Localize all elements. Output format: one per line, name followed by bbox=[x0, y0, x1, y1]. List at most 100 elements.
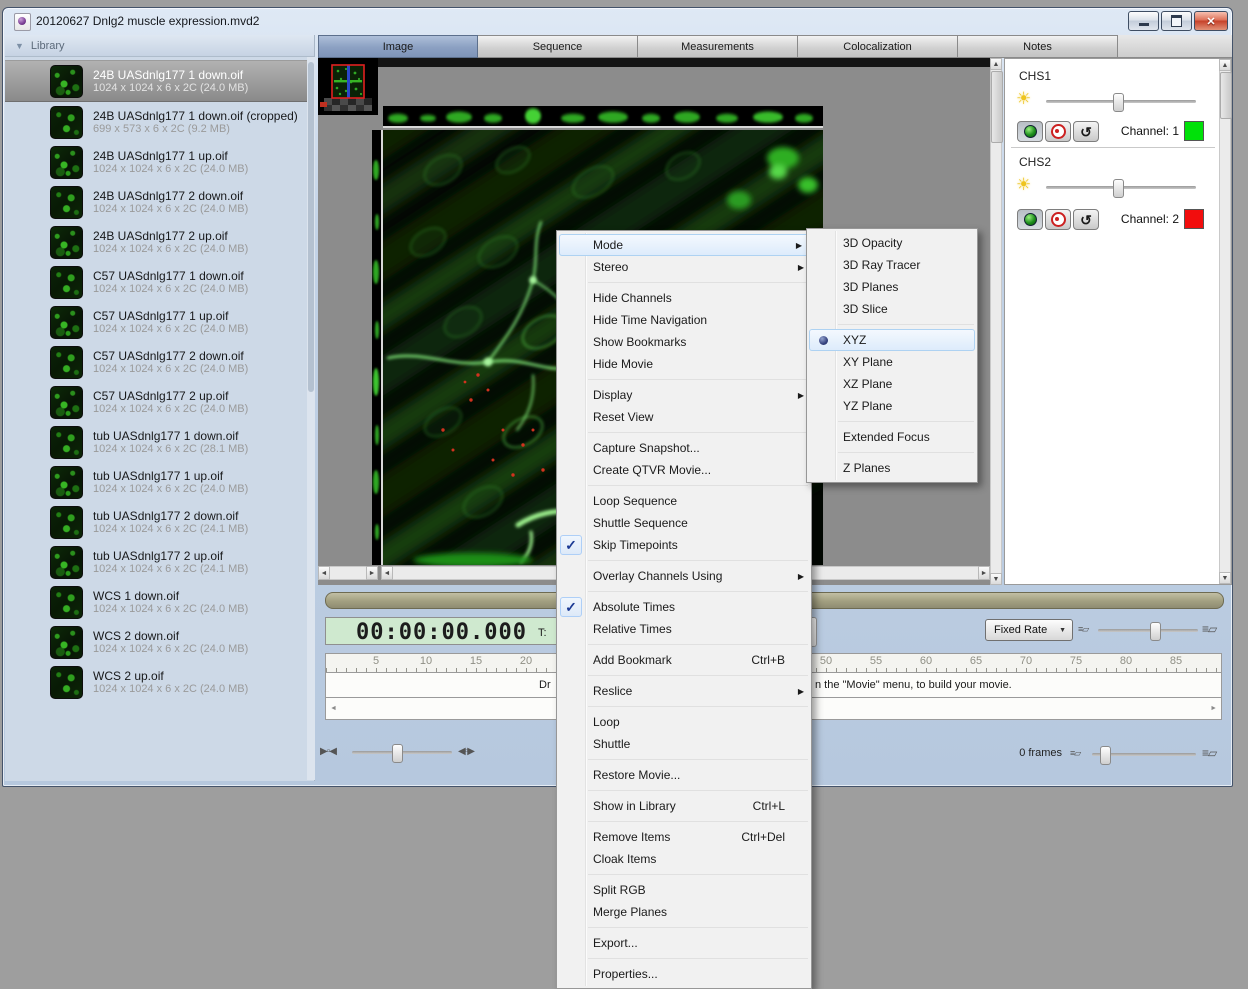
menu-item[interactable]: Shuttle bbox=[557, 733, 811, 755]
library-item[interactable]: WCS 2 up.oif 1024 x 1024 x 6 x 2C (24.0 … bbox=[5, 662, 307, 702]
menu-item[interactable]: Create QTVR Movie... bbox=[557, 459, 811, 481]
menu-item[interactable]: Cloak Items bbox=[557, 848, 811, 870]
scroll-up-icon[interactable]: ▲ bbox=[1219, 59, 1231, 71]
channel1-record-button[interactable] bbox=[1045, 121, 1071, 142]
menu-item[interactable]: Merge Planes bbox=[557, 901, 811, 923]
library-header[interactable]: ▼ Library bbox=[5, 35, 314, 57]
channel2-color-swatch[interactable] bbox=[1184, 209, 1204, 229]
navigator-thumbnail[interactable] bbox=[318, 58, 378, 115]
menu-item[interactable]: Reslice ▶ bbox=[557, 680, 811, 702]
menu-item[interactable]: Add Bookmark Ctrl+B bbox=[557, 649, 811, 671]
scroll-left-icon[interactable]: ◄ bbox=[318, 566, 330, 580]
tab-image[interactable]: Image bbox=[318, 35, 478, 58]
library-item[interactable]: C57 UASdnlg177 2 down.oif 1024 x 1024 x … bbox=[5, 342, 307, 382]
menu-item[interactable]: XY Plane bbox=[807, 351, 977, 373]
step-forward-icon[interactable]: ◀▫▶ bbox=[458, 746, 474, 757]
menu-separator bbox=[588, 432, 808, 433]
close-button[interactable]: ✕ bbox=[1194, 11, 1228, 31]
panel-vscroll-thumb[interactable] bbox=[1220, 72, 1232, 119]
scroll-right-icon[interactable]: ► bbox=[978, 566, 990, 580]
yz-slice-view[interactable] bbox=[372, 130, 383, 565]
library-item[interactable]: tub UASdnlg177 2 down.oif 1024 x 1024 x … bbox=[5, 502, 307, 542]
menu-item[interactable]: Stereo ▶ bbox=[557, 256, 811, 278]
channel2-slider-thumb[interactable] bbox=[1113, 179, 1124, 198]
menu-item[interactable]: Hide Movie bbox=[557, 353, 811, 375]
panel-vertical-scrollbar[interactable] bbox=[1219, 59, 1231, 584]
menu-item-label: XZ Plane bbox=[843, 377, 947, 391]
rate-slider-thumb[interactable] bbox=[1150, 622, 1161, 641]
menu-item[interactable]: Loop bbox=[557, 711, 811, 733]
library-item[interactable]: 24B UASdnlg177 2 down.oif 1024 x 1024 x … bbox=[5, 182, 307, 222]
library-item[interactable]: tub UASdnlg177 2 up.oif 1024 x 1024 x 6 … bbox=[5, 542, 307, 582]
menu-item[interactable]: 3D Ray Tracer bbox=[807, 254, 977, 276]
menu-item[interactable]: 3D Slice bbox=[807, 298, 977, 320]
library-item[interactable]: 24B UASdnlg177 1 down.oif 1024 x 1024 x … bbox=[5, 60, 307, 102]
library-item[interactable]: 24B UASdnlg177 2 up.oif 1024 x 1024 x 6 … bbox=[5, 222, 307, 262]
menu-separator bbox=[838, 421, 974, 422]
tab-sequence[interactable]: Sequence bbox=[478, 35, 638, 58]
menu-item[interactable]: Properties... bbox=[557, 963, 811, 985]
menu-item[interactable]: Display ▶ bbox=[557, 384, 811, 406]
library-item[interactable]: tub UASdnlg177 1 down.oif 1024 x 1024 x … bbox=[5, 422, 307, 462]
library-item[interactable]: 24B UASdnlg177 1 up.oif 1024 x 1024 x 6 … bbox=[5, 142, 307, 182]
menu-item[interactable]: Export... bbox=[557, 932, 811, 954]
library-item[interactable]: WCS 2 down.oif 1024 x 1024 x 6 x 2C (24.… bbox=[5, 622, 307, 662]
channel2-visible-button[interactable] bbox=[1017, 209, 1043, 230]
menu-item[interactable]: XZ Plane bbox=[807, 373, 977, 395]
menu-item[interactable]: Extended Focus bbox=[807, 426, 977, 448]
playback-speed-thumb[interactable] bbox=[392, 744, 403, 763]
scroll-up-icon[interactable]: ▲ bbox=[990, 58, 1002, 70]
library-item[interactable]: WCS 1 down.oif 1024 x 1024 x 6 x 2C (24.… bbox=[5, 582, 307, 622]
green-dot-icon bbox=[1024, 125, 1037, 138]
scroll-left-icon[interactable]: ◄ bbox=[330, 705, 337, 712]
menu-item[interactable]: Show Bookmarks bbox=[557, 331, 811, 353]
tab-notes[interactable]: Notes bbox=[958, 35, 1118, 58]
menu-item[interactable]: Z Planes bbox=[807, 457, 977, 479]
library-item[interactable]: C57 UASdnlg177 2 up.oif 1024 x 1024 x 6 … bbox=[5, 382, 307, 422]
scroll-right-icon[interactable]: ► bbox=[366, 566, 378, 580]
tab-measurements[interactable]: Measurements bbox=[638, 35, 798, 58]
scroll-left-icon[interactable]: ◄ bbox=[381, 566, 393, 580]
menu-item[interactable]: ✓ Skip Timepoints bbox=[557, 534, 811, 556]
library-item[interactable]: 24B UASdnlg177 1 down.oif (cropped) 699 … bbox=[5, 102, 307, 142]
scroll-down-icon[interactable]: ▼ bbox=[1219, 572, 1231, 584]
rate-selector-dropdown[interactable]: Fixed Rate ▼ bbox=[985, 619, 1073, 641]
menu-item[interactable]: Relative Times bbox=[557, 618, 811, 640]
channel2-record-button[interactable] bbox=[1045, 209, 1071, 230]
menu-item[interactable]: Hide Channels bbox=[557, 287, 811, 309]
tab-colocalization[interactable]: Colocalization bbox=[798, 35, 958, 58]
frames-slider-thumb[interactable] bbox=[1100, 746, 1111, 765]
scroll-down-icon[interactable]: ▼ bbox=[990, 573, 1002, 585]
channel1-color-swatch[interactable] bbox=[1184, 121, 1204, 141]
minimize-button[interactable] bbox=[1128, 11, 1159, 31]
menu-item[interactable]: Show in Library Ctrl+L bbox=[557, 795, 811, 817]
step-back-icon[interactable]: ▶▫◀ bbox=[320, 746, 336, 757]
file-info: 1024 x 1024 x 6 x 2C (24.0 MB) bbox=[93, 643, 248, 656]
menu-item[interactable]: XYZ bbox=[809, 329, 975, 351]
menu-item[interactable]: Shuttle Sequence bbox=[557, 512, 811, 534]
menu-item[interactable]: Reset View bbox=[557, 406, 811, 428]
menu-item[interactable]: Remove Items Ctrl+Del bbox=[557, 826, 811, 848]
menu-item[interactable]: Restore Movie... bbox=[557, 764, 811, 786]
menu-item[interactable]: Overlay Channels Using ▶ bbox=[557, 565, 811, 587]
menu-item[interactable]: YZ Plane bbox=[807, 395, 977, 417]
menu-item[interactable]: Hide Time Navigation bbox=[557, 309, 811, 331]
viewer-vscroll-thumb[interactable] bbox=[991, 71, 1003, 143]
xz-slice-view[interactable] bbox=[383, 106, 823, 128]
library-scrollbar-thumb[interactable] bbox=[308, 62, 314, 392]
menu-item[interactable]: Capture Snapshot... bbox=[557, 437, 811, 459]
library-item[interactable]: C57 UASdnlg177 1 up.oif 1024 x 1024 x 6 … bbox=[5, 302, 307, 342]
menu-item[interactable]: Mode ▶ bbox=[559, 234, 809, 256]
menu-item[interactable]: 3D Opacity bbox=[807, 232, 977, 254]
menu-item[interactable]: Split RGB bbox=[557, 879, 811, 901]
library-item[interactable]: tub UASdnlg177 1 up.oif 1024 x 1024 x 6 … bbox=[5, 462, 307, 502]
rate-slider[interactable] bbox=[1098, 629, 1198, 632]
menu-item[interactable]: ✓ Absolute Times bbox=[557, 596, 811, 618]
menu-item[interactable]: 3D Planes bbox=[807, 276, 977, 298]
channel1-slider-thumb[interactable] bbox=[1113, 93, 1124, 112]
maximize-button[interactable] bbox=[1161, 11, 1192, 31]
channel1-visible-button[interactable] bbox=[1017, 121, 1043, 142]
library-item[interactable]: C57 UASdnlg177 1 down.oif 1024 x 1024 x … bbox=[5, 262, 307, 302]
menu-item[interactable]: Loop Sequence bbox=[557, 490, 811, 512]
scroll-right-icon[interactable]: ► bbox=[1210, 705, 1217, 712]
